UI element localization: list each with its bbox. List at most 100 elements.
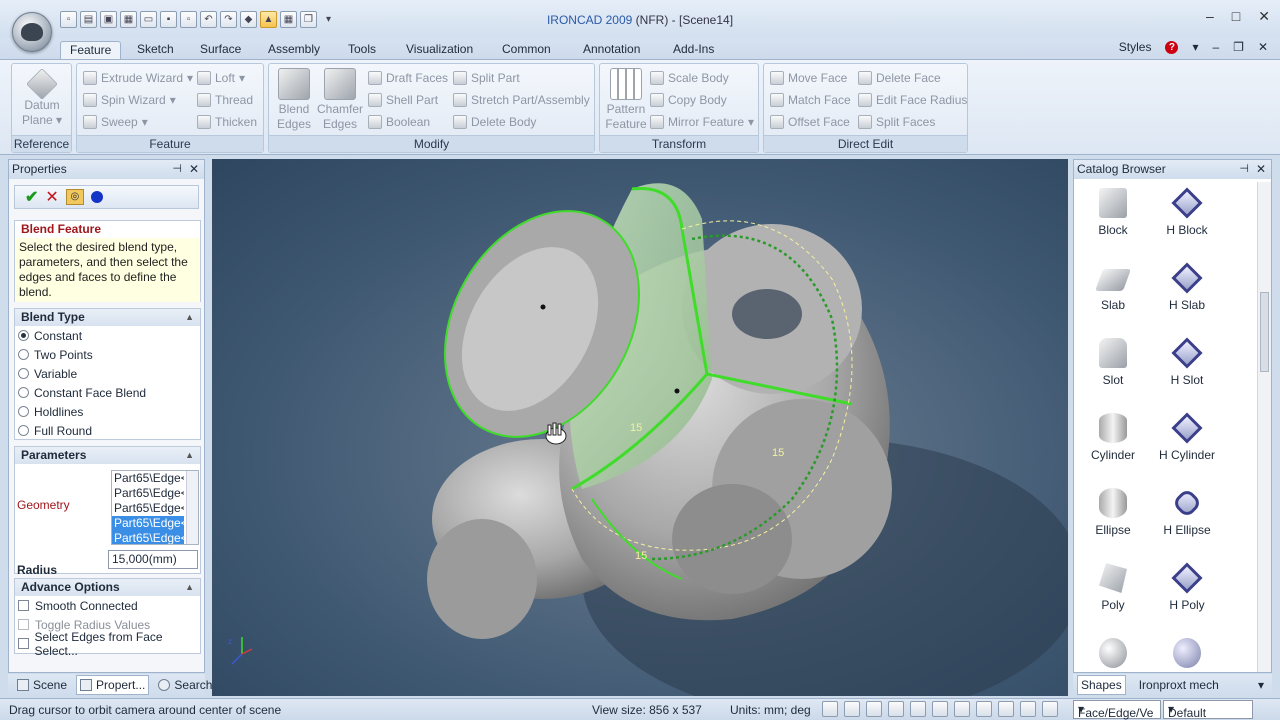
catalog-item-slot[interactable]: Slot — [1078, 338, 1148, 387]
fit-icon[interactable] — [866, 701, 882, 717]
zoom-icon[interactable] — [822, 701, 838, 717]
copy-body-button[interactable]: Copy Body — [650, 93, 727, 107]
doc-close-icon[interactable]: ✕ — [1258, 40, 1268, 54]
chamfer-edges-button[interactable]: Chamfer Edges — [315, 68, 365, 132]
loft-button[interactable]: Loft ▾ — [197, 71, 245, 85]
tab-sketch[interactable]: Sketch — [128, 41, 183, 60]
close-icon[interactable]: ✕ — [1256, 160, 1266, 179]
camera-icon[interactable] — [1042, 701, 1058, 717]
tab-scene[interactable]: Scene — [14, 675, 70, 695]
parameters-heading[interactable]: Parameters ▲ — [15, 447, 200, 464]
3d-viewport[interactable]: 15 15 15 z — [212, 159, 1068, 696]
tab-ironproxt-mech[interactable]: Ironproxt mech — [1136, 675, 1222, 695]
tab-properties[interactable]: Propert... — [76, 675, 150, 695]
tab-common[interactable]: Common — [493, 41, 560, 60]
blend-edges-button[interactable]: Blend Edges — [273, 68, 315, 132]
tab-visualization[interactable]: Visualization — [397, 41, 482, 60]
radio-holdlines[interactable]: Holdlines — [15, 402, 200, 421]
list-item[interactable]: Part65\Edge< — [112, 486, 184, 501]
catalog-item-slab[interactable]: Slab — [1078, 263, 1148, 312]
tab-add-ins[interactable]: Add-Ins — [664, 41, 723, 60]
delete-body-button[interactable]: Delete Body — [453, 115, 536, 129]
catalog-item-h-poly[interactable]: H Poly — [1152, 562, 1222, 612]
smooth-connected-checkbox[interactable]: Smooth Connected — [15, 596, 200, 615]
radio-variable[interactable]: Variable — [15, 364, 200, 383]
check-icon[interactable]: ✔ — [25, 187, 38, 207]
blend-type-heading[interactable]: Blend Type ▲ — [15, 309, 200, 326]
pin-icon[interactable]: ⊣ — [172, 160, 182, 179]
scrollbar-thumb[interactable] — [1260, 292, 1269, 372]
catalog-item-h-block[interactable]: H Block — [1152, 187, 1222, 237]
application-button[interactable] — [12, 12, 52, 52]
close-icon[interactable]: ✕ — [189, 160, 199, 179]
apply-dot-icon[interactable] — [90, 191, 103, 203]
wireframe-icon[interactable] — [1020, 701, 1036, 717]
catalog-item-sphere[interactable] — [1078, 638, 1148, 673]
shade-icon[interactable] — [998, 701, 1014, 717]
selection-filter-dropdown[interactable]: Face/Edge/Ve ▾ — [1073, 700, 1161, 720]
render-mode-icon[interactable] — [910, 701, 926, 717]
collapse-icon[interactable]: ▲ — [185, 309, 194, 326]
preview-icon[interactable]: ◎ — [65, 189, 84, 205]
maximize-button[interactable]: □ — [1232, 8, 1240, 25]
geometry-list[interactable]: Part65\Edge< Part65\Edge< Part65\Edge< P… — [111, 470, 199, 545]
geometry-scrollbar[interactable] — [186, 471, 198, 544]
pattern-feature-button[interactable]: Pattern Feature — [602, 68, 650, 132]
collapse-icon[interactable]: ▲ — [185, 447, 194, 464]
tab-annotation[interactable]: Annotation — [574, 41, 649, 60]
list-item[interactable]: Part65\Edge< — [112, 471, 184, 486]
stretch-part-button[interactable]: Stretch Part/Assembly — [453, 93, 590, 107]
doc-minimize-icon[interactable]: – — [1212, 40, 1219, 54]
radio-two-points[interactable]: Two Points — [15, 345, 200, 364]
catalog-menu-icon[interactable]: ▾ — [1258, 678, 1264, 692]
tab-search[interactable]: Search — [155, 675, 215, 695]
help-icon[interactable]: ? — [1165, 40, 1179, 54]
ribbon-minimize-icon[interactable]: ▾ — [1192, 40, 1198, 54]
view-icon[interactable] — [888, 701, 904, 717]
catalog-item-cylinder[interactable]: Cylinder — [1078, 413, 1148, 462]
minimize-button[interactable]: – — [1206, 8, 1214, 25]
tab-assembly[interactable]: Assembly — [259, 41, 329, 60]
list-item[interactable]: Part65\Edge< — [112, 501, 184, 516]
catalog-item-h-sphere[interactable] — [1152, 638, 1222, 673]
style-dropdown[interactable]: Default ▾ — [1163, 700, 1253, 720]
catalog-scrollbar[interactable] — [1257, 182, 1271, 672]
catalog-item-h-cylinder[interactable]: H Cylinder — [1152, 412, 1222, 462]
zoom-window-icon[interactable] — [844, 701, 860, 717]
catalog-item-poly[interactable]: Poly — [1078, 563, 1148, 612]
delete-face-button[interactable]: Delete Face — [858, 71, 941, 85]
catalog-item-h-slab[interactable]: H Slab — [1152, 262, 1222, 312]
extrude-wizard-button[interactable]: Extrude Wizard ▾ — [83, 71, 193, 85]
mirror-feature-button[interactable]: Mirror Feature ▾ — [650, 115, 754, 129]
offset-face-button[interactable]: Offset Face — [770, 115, 850, 129]
sweep-button[interactable]: Sweep ▾ — [83, 115, 148, 129]
styles-menu[interactable]: Styles — [1119, 40, 1152, 54]
list-item[interactable]: Part65\Edge< — [112, 516, 184, 531]
draft-faces-button[interactable]: Draft Faces — [368, 71, 448, 85]
close-button[interactable]: ✕ — [1258, 8, 1270, 25]
list-item[interactable]: Part65\Edge< — [112, 531, 184, 544]
select-edges-checkbox[interactable]: Select Edges from Face Select... — [15, 630, 200, 658]
orbit-icon[interactable] — [932, 701, 948, 717]
look-at-icon[interactable] — [976, 701, 992, 717]
collapse-icon[interactable]: ▲ — [185, 579, 194, 596]
match-face-button[interactable]: Match Face — [770, 93, 851, 107]
edit-face-radius-button[interactable]: Edit Face Radius — [858, 93, 967, 107]
advance-options-heading[interactable]: Advance Options ▲ — [15, 579, 200, 596]
cancel-icon[interactable]: ✕ — [45, 187, 58, 207]
doc-restore-icon[interactable]: ❐ — [1233, 40, 1244, 54]
catalog-item-block[interactable]: Block — [1078, 188, 1148, 237]
tab-tools[interactable]: Tools — [339, 41, 385, 60]
scale-body-button[interactable]: Scale Body — [650, 71, 729, 85]
catalog-item-h-ellipse[interactable]: H Ellipse — [1152, 487, 1222, 537]
datum-plane-button[interactable]: Datum Plane ▾ — [18, 68, 66, 128]
split-faces-button[interactable]: Split Faces — [858, 115, 935, 129]
move-face-button[interactable]: Move Face — [770, 71, 847, 85]
spin-wizard-button[interactable]: Spin Wizard ▾ — [83, 93, 176, 107]
tab-surface[interactable]: Surface — [191, 41, 250, 60]
boolean-button[interactable]: Boolean — [368, 115, 430, 129]
thicken-button[interactable]: Thicken — [197, 115, 257, 129]
catalog-item-ellipse[interactable]: Ellipse — [1078, 488, 1148, 537]
tab-shapes[interactable]: Shapes — [1077, 675, 1126, 695]
thread-button[interactable]: Thread — [197, 93, 253, 107]
